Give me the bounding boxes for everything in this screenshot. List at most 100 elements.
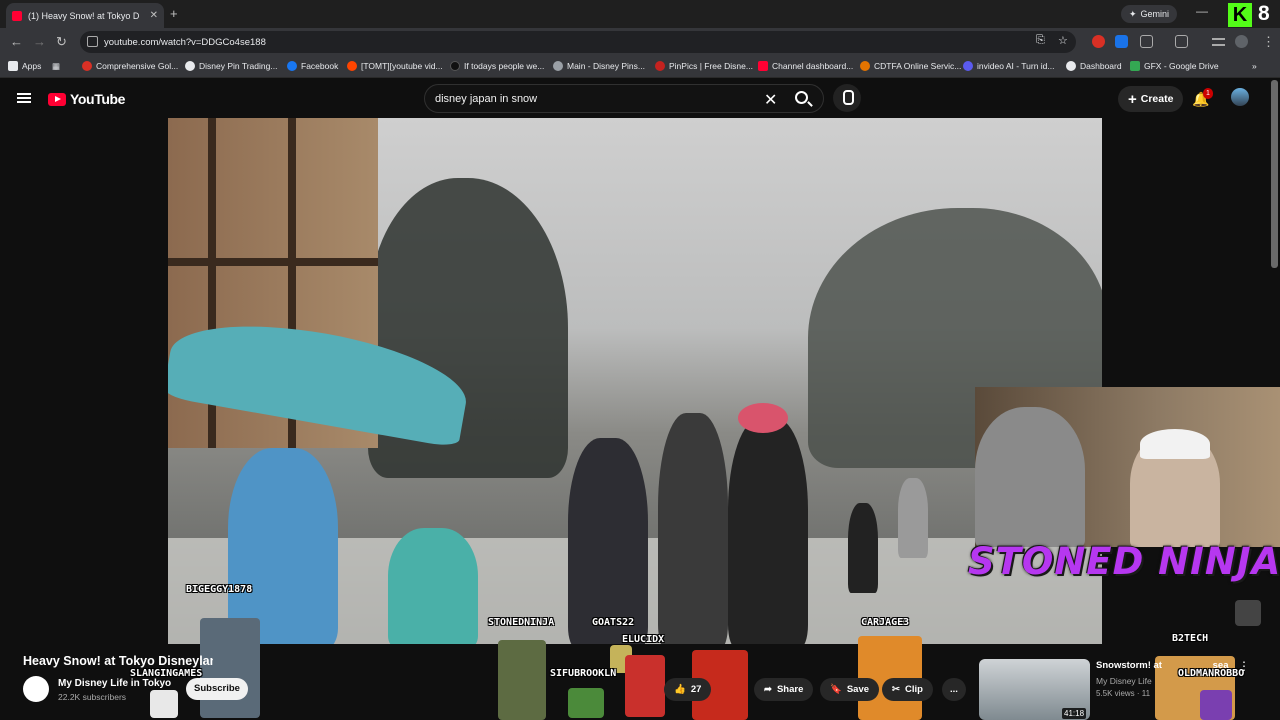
- extension-red-icon[interactable]: [1092, 35, 1105, 48]
- url-text: youtube.com/watch?v=DDGCo4se188: [104, 36, 266, 48]
- video-frame-person: [728, 418, 808, 644]
- share-button[interactable]: ➦ Share: [754, 678, 814, 701]
- tab-close-icon[interactable]: ✕: [150, 10, 158, 21]
- clip-button[interactable]: ✂ Clip: [882, 678, 933, 701]
- bookmark-favicon-icon: [1066, 61, 1076, 71]
- youtube-studio-icon: [758, 61, 768, 71]
- chat-name: BIGEGGY1878: [186, 584, 253, 595]
- bookmark-item[interactable]: Disney Pin Trading...: [185, 61, 277, 71]
- reload-icon[interactable]: ↻: [56, 34, 67, 50]
- share-arrow-icon: ➦: [764, 684, 772, 695]
- chat-sprite: [1200, 690, 1232, 720]
- profile-icon[interactable]: [1235, 35, 1248, 48]
- create-button[interactable]: + Create: [1118, 86, 1184, 112]
- chat-name: SLANGINGAMES: [130, 668, 203, 679]
- more-bookmarks-icon[interactable]: »: [1252, 61, 1257, 71]
- video-player[interactable]: [168, 118, 1102, 644]
- bookmark-item[interactable]: Dashboard: [1066, 61, 1122, 71]
- gemini-button[interactable]: ✦ Gemini: [1121, 5, 1178, 23]
- gemini-label: Gemini: [1140, 9, 1170, 19]
- more-actions-button[interactable]: ...: [942, 678, 966, 701]
- chat-sprite: [150, 690, 178, 718]
- channel-name[interactable]: My Disney Life in Tokyo: [58, 678, 171, 689]
- more-vertical-icon[interactable]: ⋮: [1238, 659, 1250, 673]
- bookmark-item[interactable]: If todays people we...: [450, 61, 544, 71]
- video-duration: 41:18: [1062, 708, 1087, 719]
- stream-banner: STONED NINJA: [968, 540, 1280, 583]
- kick-count: 8: [1258, 2, 1270, 25]
- bookmark-star-icon[interactable]: ☆: [1058, 34, 1068, 47]
- bookmark-item[interactable]: Main - Disney Pins...: [553, 61, 645, 71]
- bookmark-item[interactable]: PinPics | Free Disne...: [655, 61, 753, 71]
- video-frame-person: [568, 438, 648, 644]
- streamer-webcam: [975, 387, 1280, 547]
- bookmark-item[interactable]: Apps: [8, 61, 41, 71]
- like-button[interactable]: 👍 27: [664, 678, 712, 701]
- video-frame-hat: [738, 403, 788, 433]
- sparkle-icon: ✦: [1129, 8, 1137, 19]
- clear-search-icon[interactable]: ✕: [764, 90, 777, 110]
- subscribe-button[interactable]: Subscribe: [186, 678, 248, 700]
- bookmarks-bar: Apps ▦ Comprehensive Gol... Disney Pin T…: [0, 56, 1280, 78]
- pinpics-icon: [655, 61, 665, 71]
- bookmark-item[interactable]: CDTFA Online Servic...: [860, 61, 961, 71]
- bookmark-item[interactable]: Comprehensive Gol...: [82, 61, 178, 71]
- tab-title: (1) Heavy Snow! at Tokyo D: [28, 10, 140, 21]
- chat-name: B2TECH: [1172, 633, 1209, 644]
- bookmark-item[interactable]: invideo AI - Turn id...: [963, 61, 1054, 71]
- kick-logo-icon: K: [1228, 3, 1252, 27]
- back-arrow-icon[interactable]: ←: [10, 34, 23, 49]
- video-frame-person: [898, 478, 928, 558]
- subscriber-count: 22.2K subscribers: [58, 692, 127, 702]
- forward-arrow-icon[interactable]: →: [33, 34, 46, 49]
- save-button[interactable]: 🔖 Save: [820, 678, 880, 701]
- microphone-icon[interactable]: [833, 84, 861, 112]
- page-scrollbar[interactable]: [1271, 80, 1278, 268]
- search-box[interactable]: disney japan in snow ✕: [424, 84, 824, 113]
- recommended-views: 5.5K views · 11: [1096, 689, 1151, 698]
- chat-name: GOATS22: [592, 617, 635, 628]
- menu-icon[interactable]: [17, 93, 31, 103]
- browser-menu-icon[interactable]: ⋮: [1262, 34, 1275, 50]
- new-tab-button[interactable]: +: [170, 6, 178, 21]
- minimize-window-icon[interactable]: —: [1196, 4, 1208, 18]
- bookmark-item[interactable]: Channel dashboard...: [758, 61, 853, 71]
- chat-sprite: [625, 655, 665, 717]
- chat-name: STONEDNINJA: [488, 617, 555, 628]
- reading-list-icon[interactable]: [1212, 38, 1225, 46]
- tiktok-icon: [450, 61, 460, 71]
- channel-avatar[interactable]: [23, 676, 49, 702]
- thumbs-up-icon: 👍: [674, 684, 686, 695]
- more-horizontal-icon: ...: [950, 684, 958, 695]
- grid-icon[interactable]: ▦: [52, 61, 60, 72]
- facebook-icon: [287, 61, 297, 71]
- chat-name: SIFUBROOKLN: [550, 668, 617, 679]
- apps-grid-icon: [8, 61, 18, 71]
- mickey-watermark-icon: [1235, 600, 1261, 626]
- extension-blue-icon[interactable]: [1115, 35, 1128, 48]
- notification-badge: 1: [1203, 88, 1213, 99]
- site-info-icon[interactable]: [87, 36, 98, 47]
- bookmark-item[interactable]: [TOMT][youtube vid...: [347, 61, 443, 71]
- video-frame-person: [388, 528, 478, 644]
- media-controls-icon[interactable]: [1175, 35, 1188, 48]
- youtube-logo[interactable]: YouTube: [48, 91, 125, 107]
- chat-sprite: [498, 640, 546, 720]
- bookmark-item[interactable]: Facebook: [287, 61, 338, 71]
- video-frame-person: [658, 413, 728, 644]
- address-bar[interactable]: youtube.com/watch?v=DDGCo4se188 ⎘ ☆: [80, 31, 1076, 53]
- bookmark-item[interactable]: GFX - Google Drive: [1130, 61, 1219, 71]
- bookmark-icon: 🔖: [830, 684, 842, 695]
- search-icon[interactable]: [795, 91, 808, 104]
- recommended-title[interactable]: Snowstorm! at sea: [1096, 660, 1228, 671]
- webcam-person: [975, 407, 1085, 547]
- install-app-icon[interactable]: ⎘: [1036, 34, 1045, 47]
- chat-sprite: [200, 618, 260, 718]
- account-avatar[interactable]: [1231, 88, 1249, 106]
- search-input[interactable]: disney japan in snow: [435, 93, 537, 105]
- recommended-channel[interactable]: My Disney Life: [1096, 676, 1152, 686]
- youtube-favicon-icon: [12, 10, 22, 21]
- browser-tab[interactable]: (1) Heavy Snow! at Tokyo D ✕: [6, 3, 164, 28]
- extensions-puzzle-icon[interactable]: [1140, 35, 1153, 48]
- scissors-icon: ✂: [892, 684, 900, 695]
